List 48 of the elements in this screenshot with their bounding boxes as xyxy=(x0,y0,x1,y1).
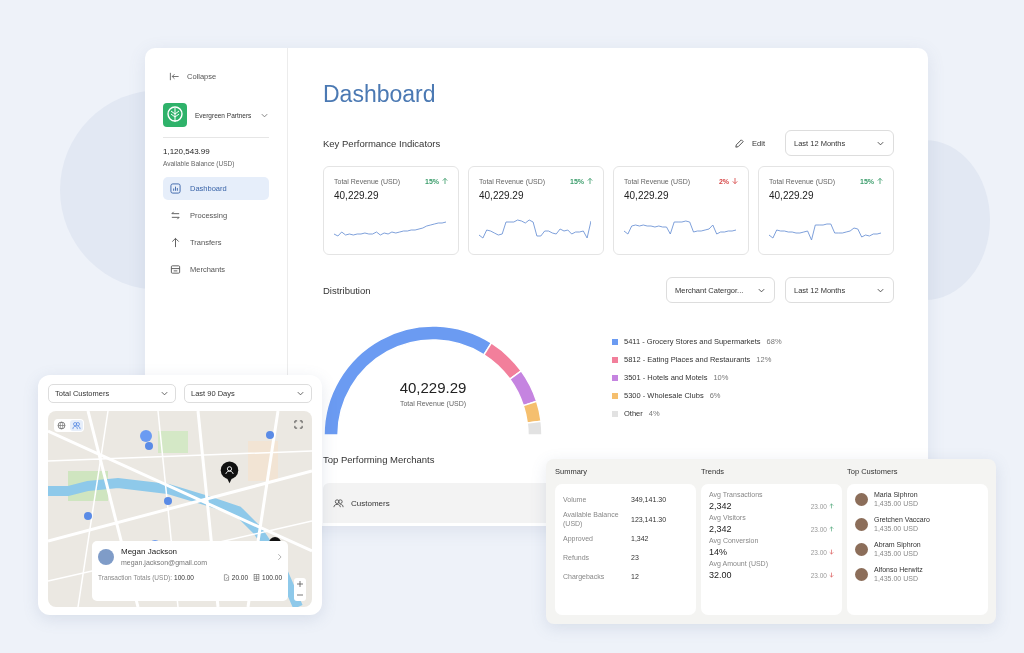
customer-name: Megan Jackson xyxy=(121,547,179,556)
chevron-right-icon[interactable] xyxy=(277,552,282,561)
arrow-down-icon xyxy=(829,549,834,555)
arrow-up-icon xyxy=(442,177,448,185)
trend-value: 32.00 xyxy=(709,570,732,580)
arrow-down-icon xyxy=(829,572,834,578)
arrow-up-icon xyxy=(829,526,834,532)
kpi-value: 40,229.29 xyxy=(334,190,380,201)
avatar xyxy=(855,492,868,506)
people-view-button[interactable] xyxy=(70,420,83,431)
trend-value: 2,342 xyxy=(709,501,732,511)
collapse-icon xyxy=(169,71,180,82)
gauge-value: 40,229.29 xyxy=(398,379,468,396)
map-pin-icon[interactable] xyxy=(220,461,239,485)
building-icon xyxy=(253,574,261,581)
document-icon xyxy=(222,574,230,581)
chevron-down-icon xyxy=(296,389,305,398)
avatar xyxy=(855,542,868,556)
arrow-up-icon xyxy=(587,177,593,185)
fullscreen-icon[interactable] xyxy=(294,420,303,429)
arrow-up-icon xyxy=(877,177,883,185)
store-icon xyxy=(170,264,181,275)
section-title: Distribution xyxy=(323,284,371,296)
zoom-in-icon[interactable] xyxy=(296,580,304,588)
avatar xyxy=(855,517,868,531)
avatar xyxy=(98,548,114,565)
arrow-up-icon xyxy=(170,237,181,248)
section-title: Top Performing Merchants xyxy=(323,454,436,465)
arrow-down-icon xyxy=(732,177,738,185)
chevron-down-icon xyxy=(160,389,169,398)
customers-tab[interactable]: Customers xyxy=(333,497,390,509)
section-title: Key Performance Indicators xyxy=(323,137,441,149)
avatar xyxy=(855,567,868,581)
tree-logo-icon xyxy=(163,103,187,127)
kpi-value: 40,229.29 xyxy=(769,190,815,201)
bar-chart-icon xyxy=(170,183,181,194)
kpi-value: 40,229.29 xyxy=(624,190,670,201)
arrow-up-icon xyxy=(829,503,834,509)
trend-value: 2,342 xyxy=(709,524,732,534)
balance-amount: 1,120,543.99 xyxy=(163,147,211,156)
globe-view-button[interactable] xyxy=(55,420,68,431)
people-icon xyxy=(333,497,344,509)
pencil-icon xyxy=(734,137,746,149)
trend-value: 14% xyxy=(709,547,727,557)
page-title: Dashboard xyxy=(323,80,437,108)
kpi-value: 40,229.29 xyxy=(479,190,525,201)
swap-icon xyxy=(170,210,181,221)
zoom-out-icon[interactable] xyxy=(296,591,304,599)
